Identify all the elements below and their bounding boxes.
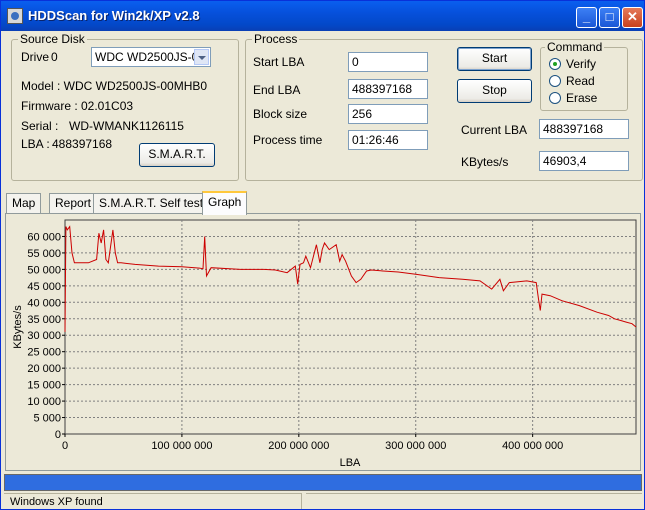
smart-button[interactable]: S.M.A.R.T. bbox=[139, 143, 215, 167]
tab-graph[interactable]: Graph bbox=[202, 191, 248, 215]
process-group-label: Process bbox=[252, 32, 300, 46]
status-bar: Windows XP found bbox=[1, 492, 644, 510]
progress-bar bbox=[4, 474, 642, 491]
title-bar[interactable]: HDDScan for Win2k/XP v2.8 _ □ ✕ bbox=[1, 1, 644, 31]
block-size-label: Block size bbox=[253, 107, 308, 121]
y-tick-label: 40 000 bbox=[27, 297, 61, 309]
current-lba-label: Current LBA bbox=[461, 123, 528, 137]
y-tick-label: 5 000 bbox=[33, 413, 61, 425]
serial-label: Serial : bbox=[21, 119, 59, 133]
model-text: Model : WDC WD2500JS-00MHB0 bbox=[21, 79, 208, 93]
drive-label: Drive bbox=[21, 50, 50, 64]
plot-area bbox=[64, 219, 637, 435]
current-lba-field: 488397168 bbox=[539, 119, 629, 139]
erase-label[interactable]: Erase bbox=[566, 91, 597, 105]
x-tick-label: 300 000 000 bbox=[385, 440, 446, 452]
minimize-button[interactable]: _ bbox=[576, 7, 597, 28]
verify-label[interactable]: Verify bbox=[566, 57, 596, 71]
start-button[interactable]: Start bbox=[457, 47, 532, 71]
close-button[interactable]: ✕ bbox=[622, 7, 643, 28]
tab-map[interactable]: Map bbox=[6, 193, 42, 213]
lba-value: 488397168 bbox=[52, 137, 113, 151]
hddscan-window: HDDScan for Win2k/XP v2.8 _ □ ✕ Source D… bbox=[0, 0, 645, 510]
read-label[interactable]: Read bbox=[566, 74, 595, 88]
y-tick-label: 10 000 bbox=[27, 396, 61, 408]
read-radio[interactable] bbox=[549, 75, 561, 87]
block-size-input[interactable]: 256 bbox=[348, 104, 428, 124]
y-tick-label: 35 000 bbox=[27, 314, 61, 326]
y-tick-label: 0 bbox=[55, 429, 61, 441]
y-tick-label: 55 000 bbox=[27, 248, 61, 260]
drive-select[interactable]: WDC WD2500JS-0 bbox=[91, 47, 211, 67]
serial-value: WD-WMANK1126115 bbox=[69, 119, 184, 133]
start-lba-label: Start LBA bbox=[253, 55, 305, 69]
y-tick-label: 20 000 bbox=[27, 363, 61, 375]
lba-label: LBA : bbox=[21, 137, 50, 151]
stop-button[interactable]: Stop bbox=[457, 79, 532, 103]
kbytes-chart: 0 5 000 10 000 15 000 20 000 25 000 30 000 35 0… bbox=[12, 219, 637, 469]
kbytes-field: 46903,4 bbox=[539, 151, 629, 171]
y-tick-label: 30 000 bbox=[27, 330, 61, 342]
y-tick-label: 50 000 bbox=[27, 264, 61, 276]
kbytes-label: KBytes/s bbox=[461, 155, 509, 169]
process-time-field: 01:26:46 bbox=[348, 130, 428, 150]
y-tick-label: 15 000 bbox=[27, 380, 61, 392]
maximize-button[interactable]: □ bbox=[599, 7, 620, 28]
source-disk-group-label: Source Disk bbox=[18, 32, 87, 46]
command-group-label: Command bbox=[545, 40, 605, 54]
x-tick-label: 100 000 000 bbox=[151, 440, 212, 452]
y-tick-label: 45 000 bbox=[27, 281, 61, 293]
graph-panel: 0 5 000 10 000 15 000 20 000 25 000 30 000 35 0… bbox=[5, 213, 641, 471]
drive-select-value: WDC WD2500JS-0 bbox=[95, 50, 199, 64]
drive-number: 0 bbox=[51, 50, 58, 64]
verify-radio[interactable] bbox=[549, 58, 561, 70]
process-time-label: Process time bbox=[253, 133, 323, 147]
erase-radio[interactable] bbox=[549, 92, 561, 104]
end-lba-input[interactable]: 488397168 bbox=[348, 79, 428, 99]
x-tick-label: 0 bbox=[62, 440, 68, 452]
tab-smart-self-tests[interactable]: S.M.A.R.T. Self tests bbox=[93, 193, 216, 213]
y-axis-label: KBytes/s bbox=[12, 305, 24, 349]
y-tick-label: 25 000 bbox=[27, 347, 61, 359]
firmware-text: Firmware : 02.01C03 bbox=[21, 99, 134, 113]
y-tick-label: 60 000 bbox=[27, 231, 61, 243]
x-tick-label: 400 000 000 bbox=[502, 440, 563, 452]
status-message: Windows XP found bbox=[4, 493, 302, 509]
start-lba-input[interactable]: 0 bbox=[348, 52, 428, 72]
x-axis-label: LBA bbox=[340, 457, 361, 469]
tab-report[interactable]: Report bbox=[49, 193, 98, 213]
chevron-down-icon[interactable] bbox=[194, 49, 209, 65]
app-icon bbox=[7, 8, 23, 24]
progress-fill bbox=[5, 475, 641, 490]
x-tick-label: 200 000 000 bbox=[268, 440, 329, 452]
end-lba-label: End LBA bbox=[253, 83, 301, 97]
window-title: HDDScan for Win2k/XP v2.8 bbox=[28, 8, 200, 23]
status-pane-2 bbox=[306, 493, 642, 509]
